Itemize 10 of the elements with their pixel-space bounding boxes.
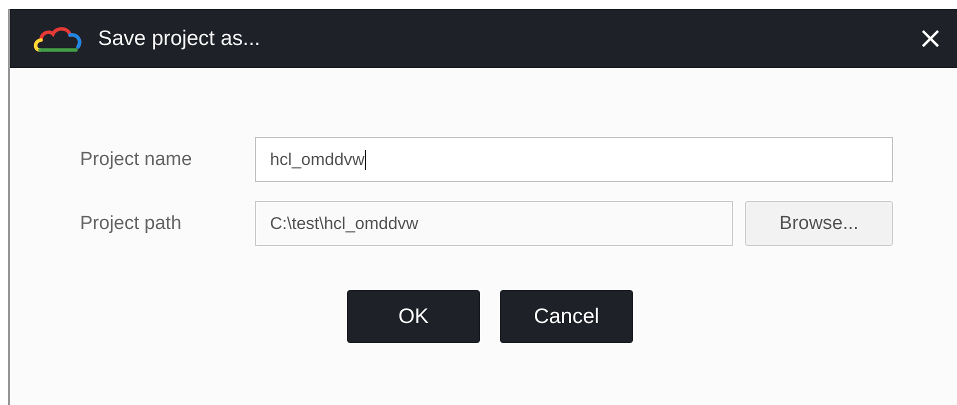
text-field[interactable]: hcl_omddvw [255, 137, 893, 182]
browse-button[interactable]: Browse... [745, 201, 893, 246]
dialog-button[interactable]: OK [347, 290, 480, 343]
field-label: Project path [80, 212, 182, 234]
dialog-button[interactable]: Cancel [500, 290, 633, 343]
window-title: Save project as... [98, 26, 262, 50]
text-field[interactable]: C:\test\hcl_omddvw [255, 201, 733, 246]
close-button[interactable]: × [918, 24, 943, 54]
text-cursor [364, 150, 366, 170]
field-label: Project name [80, 148, 193, 170]
